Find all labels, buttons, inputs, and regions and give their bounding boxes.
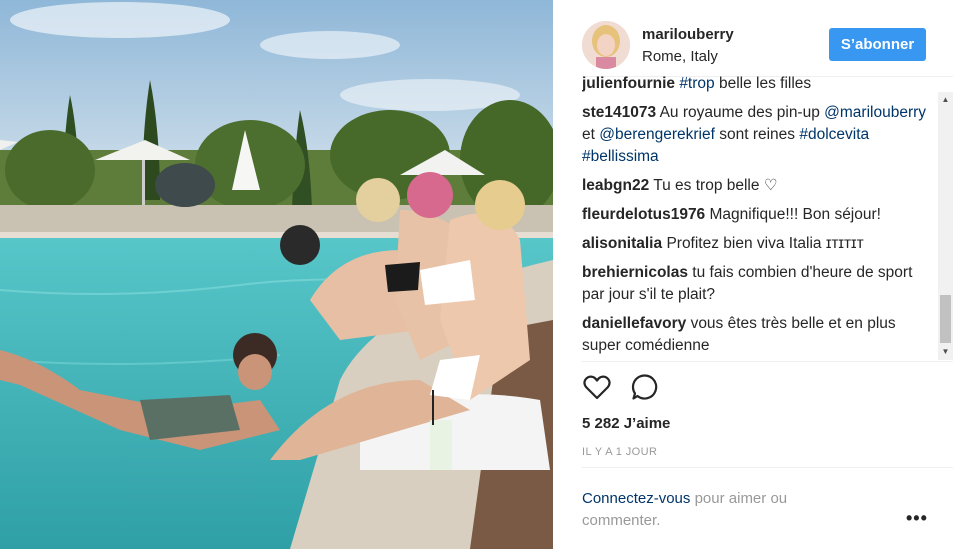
post-username[interactable]: marilouberry xyxy=(642,26,734,43)
comments-scroll-content: julienfournie #trop belle les filles ste1… xyxy=(582,76,927,360)
post-sidebar: marilouberry Rome, Italy S’abonner julie… xyxy=(553,0,953,549)
comments-list: julienfournie #trop belle les filles ste1… xyxy=(582,76,927,360)
scroll-up-arrow-icon[interactable]: ▲ xyxy=(938,94,953,106)
comments-divider xyxy=(582,361,953,362)
avatar[interactable] xyxy=(582,21,630,69)
post-header: marilouberry Rome, Italy S’abonner xyxy=(582,18,934,74)
post-actions xyxy=(582,372,682,404)
scroll-down-arrow-icon[interactable]: ▼ xyxy=(938,346,953,358)
comment-item: alisonitalia Profitez bien viva Italia ɪ… xyxy=(582,233,927,255)
post-timestamp[interactable]: IL Y A 1 JOUR xyxy=(582,446,657,458)
comment-username[interactable]: leabgn22 xyxy=(582,177,649,194)
footer-divider xyxy=(582,467,953,468)
like-count[interactable]: 5 282 J’aime xyxy=(582,415,670,432)
avatar-image xyxy=(582,21,630,69)
scroll-thumb[interactable] xyxy=(940,295,951,343)
comment-text: sont reines xyxy=(714,126,800,143)
comment-item: julienfournie #trop belle les filles xyxy=(582,76,927,95)
comment-text: Au royaume des pin-up xyxy=(659,104,825,121)
comment-username[interactable]: brehiernicolas xyxy=(582,264,688,281)
comment-item: ste141073 Au royaume des pin-up @marilou… xyxy=(582,102,927,168)
heart-icon[interactable] xyxy=(582,372,614,404)
comment-username[interactable]: daniellefavory xyxy=(582,315,686,332)
post-photo[interactable] xyxy=(0,0,553,549)
login-prompt: Connectez-vous pour aimer ou commenter. xyxy=(582,488,832,532)
comment-username[interactable]: alisonitalia xyxy=(582,235,662,252)
comment-username[interactable]: julienfournie xyxy=(582,76,675,92)
comment-text: belle les filles xyxy=(714,76,812,92)
comments-scrollbar[interactable]: ▲ ▼ xyxy=(938,92,953,360)
comment-item: leabgn22 Tu es trop belle ♡ xyxy=(582,175,927,197)
login-link[interactable]: Connectez-vous xyxy=(582,490,690,507)
comment-text: Tu es trop belle ♡ xyxy=(653,177,778,194)
comment-tag-link[interactable]: #trop xyxy=(679,76,714,92)
comment-tag-link[interactable]: #bellissima xyxy=(582,148,659,165)
follow-button[interactable]: S’abonner xyxy=(829,28,926,61)
comment-bubble-icon[interactable] xyxy=(630,372,662,404)
post-location[interactable]: Rome, Italy xyxy=(642,48,718,65)
comment-text: Magnifique!!! Bon séjour! xyxy=(709,206,881,223)
comment-text: Profitez bien viva Italia ɪᴛɪᴛɪᴛ xyxy=(666,235,864,252)
pool-party-image xyxy=(0,0,553,549)
comment-item: fleurdelotus1976 Magnifique!!! Bon séjou… xyxy=(582,204,927,226)
comment-tag-link[interactable]: @berengerekrief xyxy=(599,126,715,143)
more-options-icon[interactable]: ••• xyxy=(906,508,928,529)
comment-text: et xyxy=(582,126,600,143)
comment-tag-link[interactable]: @marilouberry xyxy=(824,104,926,121)
comment-tag-link[interactable]: #dolcevita xyxy=(799,126,869,143)
comment-item: daniellefavory vous êtes très belle et e… xyxy=(582,313,927,357)
comment-item: brehiernicolas tu fais combien d'heure d… xyxy=(582,262,927,306)
comment-username[interactable]: fleurdelotus1976 xyxy=(582,206,705,223)
comment-username[interactable]: ste141073 xyxy=(582,104,656,121)
